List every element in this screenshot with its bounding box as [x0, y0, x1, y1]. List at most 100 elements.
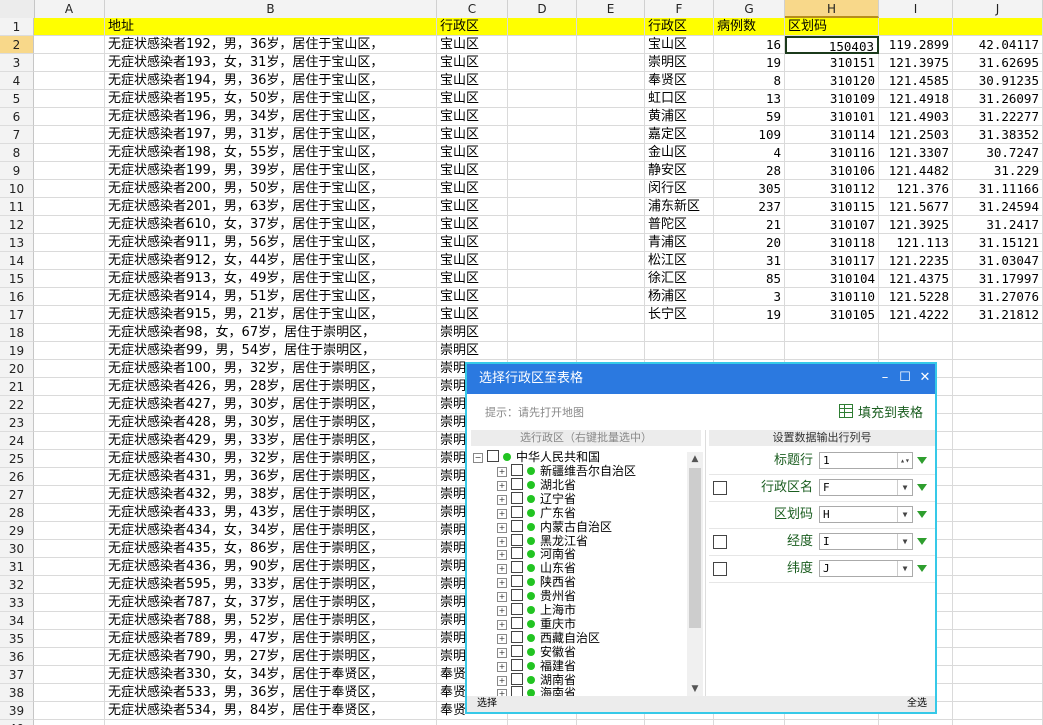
tree-item[interactable]: + 山东省 [497, 561, 576, 575]
cell-g[interactable]: 237 [714, 198, 785, 216]
cell-b[interactable]: 无症状感染者790，男，27岁，居住于崇明区， [105, 648, 437, 666]
cell-j[interactable] [953, 504, 1043, 522]
cell-i[interactable]: 121.2503 [879, 126, 953, 144]
cell-b[interactable]: 无症状感染者595，男，33岁，居住于崇明区， [105, 576, 437, 594]
field-checkbox[interactable] [713, 481, 727, 495]
row-header[interactable]: 1 [0, 18, 34, 36]
row-header[interactable]: 37 [0, 666, 34, 684]
row-header[interactable]: 29 [0, 522, 34, 540]
cell-e[interactable] [577, 216, 645, 234]
cell-g[interactable]: 59 [714, 108, 785, 126]
column-select[interactable]: F ▼ [819, 479, 913, 496]
cell-b[interactable]: 无症状感染者788，男，52岁，居住于崇明区， [105, 612, 437, 630]
cell-f[interactable]: 青浦区 [645, 234, 714, 252]
row-header[interactable]: 32 [0, 576, 34, 594]
cell-a[interactable] [34, 270, 105, 288]
cell-a[interactable] [34, 36, 105, 54]
cell-a[interactable] [34, 108, 105, 126]
cell-j[interactable]: 30.91235 [953, 72, 1043, 90]
cell-f[interactable]: 嘉定区 [645, 126, 714, 144]
tree-item[interactable]: + 新疆维吾尔自治区 [497, 464, 636, 478]
cell-e[interactable] [577, 72, 645, 90]
cell-j[interactable]: 30.7247 [953, 144, 1043, 162]
cell-d[interactable] [508, 180, 577, 198]
cell-b[interactable]: 无症状感染者789，男，47岁，居住于崇明区， [105, 630, 437, 648]
cell-a[interactable] [34, 144, 105, 162]
cell-j[interactable]: 31.24594 [953, 198, 1043, 216]
cell-e[interactable] [577, 342, 645, 360]
row-header[interactable]: 31 [0, 558, 34, 576]
cell-i[interactable]: 121.4585 [879, 72, 953, 90]
tree-item[interactable]: + 湖南省 [497, 672, 576, 687]
cell-e[interactable] [577, 324, 645, 342]
tree-item[interactable]: + 贵州省 [497, 589, 576, 603]
cell-b[interactable]: 无症状感染者196，男，34岁，居住于宝山区， [105, 108, 437, 126]
cell-j[interactable] [953, 576, 1043, 594]
cell-a[interactable] [34, 18, 105, 36]
cell-j[interactable] [953, 630, 1043, 648]
cell-h[interactable] [785, 324, 879, 342]
cell-h[interactable]: 310110 [785, 288, 879, 306]
cell-a[interactable] [34, 234, 105, 252]
row-header[interactable]: 39 [0, 702, 34, 720]
cell-d[interactable] [508, 252, 577, 270]
row-header[interactable]: 3 [0, 54, 34, 72]
cell-g[interactable]: 109 [714, 126, 785, 144]
cell-i[interactable] [879, 324, 953, 342]
cell-a[interactable] [34, 684, 105, 702]
green-arrow-icon[interactable] [917, 511, 927, 518]
cell-a[interactable] [34, 360, 105, 378]
cell-i[interactable]: 121.3307 [879, 144, 953, 162]
cell-b[interactable]: 无症状感染者98，女，67岁，居住于崇明区， [105, 324, 437, 342]
column-select[interactable]: H ▼ [819, 506, 913, 523]
cell-f[interactable]: 金山区 [645, 144, 714, 162]
cell-a[interactable] [34, 594, 105, 612]
cell-c[interactable]: 宝山区 [437, 216, 508, 234]
cell-j[interactable] [953, 666, 1043, 684]
cell-h[interactable]: 310117 [785, 252, 879, 270]
cell-f[interactable]: 杨浦区 [645, 288, 714, 306]
checkbox[interactable] [511, 575, 523, 588]
cell-e[interactable] [577, 90, 645, 108]
tree-item[interactable]: + 陕西省 [497, 575, 576, 589]
cell-a[interactable] [34, 180, 105, 198]
cell-g[interactable]: 31 [714, 252, 785, 270]
cell-b[interactable]: 无症状感染者193，女，31岁，居住于宝山区， [105, 54, 437, 72]
cell-i[interactable]: 121.4482 [879, 162, 953, 180]
row-header[interactable]: 11 [0, 198, 34, 216]
cell-a[interactable] [34, 522, 105, 540]
row-header[interactable]: 12 [0, 216, 34, 234]
cell-a[interactable] [34, 72, 105, 90]
cell-d[interactable] [508, 90, 577, 108]
green-arrow-icon[interactable] [917, 565, 927, 572]
cell-g[interactable]: 20 [714, 234, 785, 252]
expand-icon[interactable]: + [497, 592, 507, 603]
cell-c[interactable] [437, 720, 508, 725]
tree-item[interactable]: + 海南省 [497, 686, 576, 696]
cell-j[interactable]: 31.38352 [953, 126, 1043, 144]
cell-a[interactable] [34, 486, 105, 504]
cell-j[interactable] [953, 684, 1043, 702]
spin-arrows-icon[interactable]: ▴▾ [897, 453, 912, 468]
cell-a[interactable] [34, 90, 105, 108]
cell-j[interactable] [953, 648, 1043, 666]
cell-i[interactable]: 121.4918 [879, 90, 953, 108]
cell-j[interactable] [953, 702, 1043, 720]
cell-i[interactable]: 121.376 [879, 180, 953, 198]
cell-a[interactable] [34, 216, 105, 234]
chevron-down-icon[interactable]: ▼ [897, 561, 912, 576]
cell-j[interactable] [953, 378, 1043, 396]
row-header[interactable]: 2 [0, 36, 34, 54]
cell-j[interactable]: 31.22277 [953, 108, 1043, 126]
cell-g[interactable]: 19 [714, 54, 785, 72]
title-row-stepper[interactable]: 1 ▴▾ [819, 452, 913, 469]
chevron-down-icon[interactable]: ▼ [897, 534, 912, 549]
cell-j[interactable] [953, 342, 1043, 360]
cell-c[interactable]: 宝山区 [437, 36, 508, 54]
cell-f[interactable]: 宝山区 [645, 36, 714, 54]
column-header-h[interactable]: H [785, 0, 879, 18]
row-header[interactable]: 15 [0, 270, 34, 288]
cell-j[interactable]: 31.27076 [953, 288, 1043, 306]
cell-f[interactable]: 黄浦区 [645, 108, 714, 126]
cell-g[interactable]: 3 [714, 288, 785, 306]
